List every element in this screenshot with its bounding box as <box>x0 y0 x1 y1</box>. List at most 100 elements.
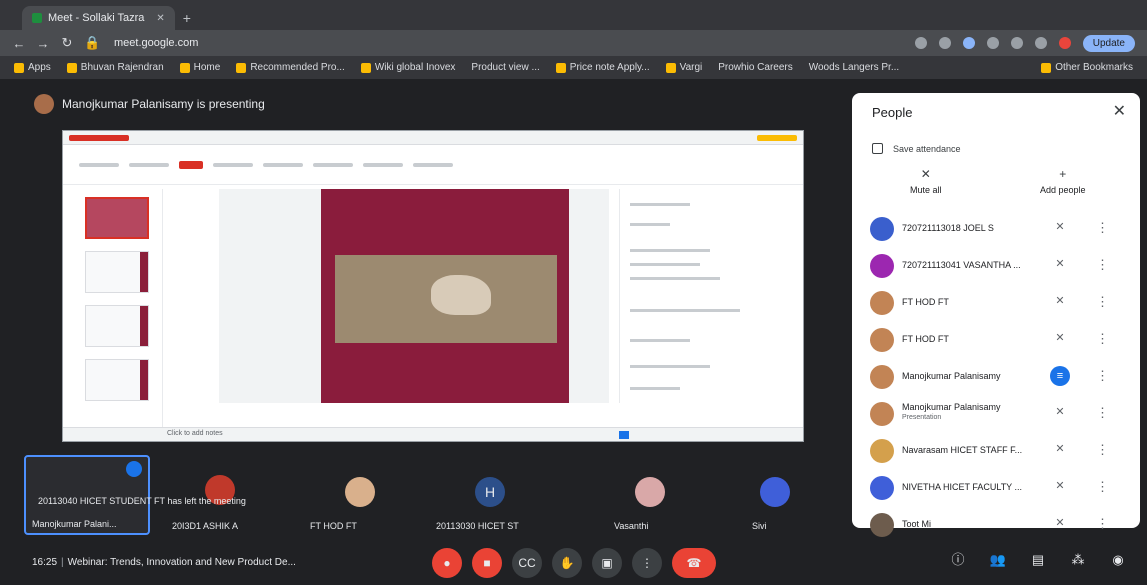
more-vert-icon[interactable]: ⋮ <box>1096 405 1109 421</box>
participant-row[interactable]: NIVETHA HICET FACULTY ... ✕ ⋮ <box>852 470 1140 507</box>
people-icon[interactable]: 👥 <box>989 551 1007 569</box>
extension-icon[interactable] <box>962 37 975 49</box>
app-tab <box>69 134 129 141</box>
bookmark-item[interactable]: Prowhio Careers <box>718 62 792 73</box>
extension-icon[interactable] <box>914 37 927 49</box>
speaking-icon[interactable]: ≡ <box>1050 366 1070 386</box>
profile-icon[interactable] <box>1058 37 1071 49</box>
mic-off-icon[interactable]: ✕ <box>1052 442 1068 458</box>
back-icon[interactable]: ← <box>12 36 26 51</box>
close-tab-icon[interactable]: ✕ <box>156 13 164 24</box>
editor-canvas <box>569 189 609 403</box>
extension-icon[interactable] <box>986 37 999 49</box>
more-vert-icon[interactable]: ⋮ <box>1096 294 1109 310</box>
lock-icon[interactable]: 🔒 <box>84 35 100 51</box>
update-button[interactable]: Update <box>1082 34 1135 52</box>
participant-tile[interactable]: Sivi <box>720 455 830 535</box>
bookmark-item[interactable]: Vargi <box>665 62 702 73</box>
save-attendance-item[interactable]: Save attendance <box>872 143 961 154</box>
participant-tile[interactable]: 20I3D1 ASHIK A <box>160 455 280 535</box>
chat-icon[interactable]: ▤ <box>1029 551 1047 569</box>
meeting-time: 16:25 <box>32 557 58 568</box>
activities-icon[interactable]: ⁂ <box>1069 551 1087 569</box>
mic-off-icon[interactable]: ✕ <box>1052 331 1068 347</box>
add-people-button[interactable]: + Add people <box>1040 167 1086 195</box>
participant-tile[interactable]: Vasanthi <box>590 455 710 535</box>
more-vert-icon[interactable]: ⋮ <box>1096 257 1109 273</box>
bookmark-icon <box>360 62 371 73</box>
bookmark-icon <box>555 62 566 73</box>
participant-tile[interactable]: H 20113030 HICET ST <box>430 455 550 535</box>
mute-all-button[interactable]: ✕ Mute all <box>910 167 942 195</box>
participant-avatar <box>345 477 375 507</box>
participant-tile[interactable]: Manojkumar Palani... <box>24 455 150 535</box>
participant-row[interactable]: FT HOD FT ✕ ⋮ <box>852 322 1140 359</box>
participant-row[interactable]: 720721113018 JOEL S ✕ ⋮ <box>852 211 1140 248</box>
present-icon[interactable]: ▣ <box>592 548 622 578</box>
mic-off-icon[interactable]: ✕ <box>1052 220 1068 236</box>
bookmark-item[interactable]: Woods Langers Pr... <box>809 62 899 73</box>
puzzle-icon[interactable] <box>1010 37 1023 49</box>
more-vert-icon[interactable]: ⋮ <box>1096 331 1109 347</box>
participant-row[interactable]: Manojkumar Palanisamy Presentation ✕ ⋮ <box>852 396 1140 433</box>
mic-off-icon[interactable]: ✕ <box>1052 516 1068 532</box>
shared-screen: Click to add notes <box>62 130 804 442</box>
camera-off-icon[interactable]: ■ <box>472 548 502 578</box>
participant-avatar <box>870 476 894 500</box>
more-vert-icon[interactable]: ⋮ <box>1096 516 1109 532</box>
presentation-titlebar <box>63 131 803 145</box>
reload-icon[interactable]: ↻ <box>60 35 74 51</box>
host-controls-icon[interactable]: ◉ <box>1109 551 1127 569</box>
add-person-icon: + <box>1059 167 1067 181</box>
url-text[interactable]: meet.google.com <box>114 37 198 49</box>
slide-thumbnail <box>85 305 149 347</box>
bookmark-item[interactable]: Apps <box>14 62 51 73</box>
tile-label: 20113030 HICET ST <box>436 521 519 531</box>
captions-icon[interactable]: CC <box>512 548 542 578</box>
more-vert-icon[interactable]: ⋮ <box>1096 220 1109 236</box>
participant-row[interactable]: Toot Mi ✕ ⋮ <box>852 507 1140 544</box>
presentation-ribbon <box>63 145 803 185</box>
forward-icon[interactable]: → <box>36 36 50 51</box>
end-call-icon[interactable]: ☎ <box>672 548 716 578</box>
more-vert-icon[interactable]: ⋮ <box>1096 442 1109 458</box>
mic-off-icon[interactable]: ✕ <box>1052 479 1068 495</box>
participant-avatar <box>870 254 894 278</box>
participant-name: Manojkumar Palanisamy <box>902 371 1001 381</box>
participant-row[interactable]: 720721113041 VASANTHA ... ✕ ⋮ <box>852 248 1140 285</box>
browser-tab[interactable]: Meet - Sollaki Tazra ✕ <box>22 6 175 30</box>
mic-off-icon[interactable]: ✕ <box>1052 405 1068 421</box>
participant-avatar <box>635 477 665 507</box>
bookmark-item[interactable]: Product view ... <box>471 62 539 73</box>
participant-name: FT HOD FT <box>902 297 949 307</box>
participant-name: Manojkumar Palanisamy <box>902 402 1001 412</box>
participant-tile[interactable]: FT HOD FT <box>290 455 430 535</box>
other-bookmarks[interactable]: Other Bookmarks <box>1041 62 1133 73</box>
speaking-icon <box>126 461 142 477</box>
participant-avatar <box>760 477 790 507</box>
more-options-icon[interactable]: ⋮ <box>632 548 662 578</box>
mic-off-icon[interactable]: ● <box>432 548 462 578</box>
new-tab-icon[interactable]: + <box>183 10 191 26</box>
close-icon[interactable]: ✕ <box>1113 101 1126 121</box>
participant-name: 720721113041 VASANTHA ... <box>902 260 1021 270</box>
mic-off-icon[interactable]: ✕ <box>1052 294 1068 310</box>
meet-favicon-icon <box>32 13 42 23</box>
participant-row[interactable]: Navarasam HICET STAFF F... ✕ ⋮ <box>852 433 1140 470</box>
bookmark-item[interactable]: Bhuvan Rajendran <box>66 62 164 73</box>
participant-row[interactable]: FT HOD FT ✕ ⋮ <box>852 285 1140 322</box>
extension-icon[interactable] <box>938 37 951 49</box>
bookmark-item[interactable]: Recommended Pro... <box>236 62 345 73</box>
participant-avatar: H <box>475 477 505 507</box>
bookmark-item[interactable]: Home <box>179 62 220 73</box>
more-vert-icon[interactable]: ⋮ <box>1096 368 1109 384</box>
participant-avatar <box>870 439 894 463</box>
mic-off-icon[interactable]: ✕ <box>1052 257 1068 273</box>
sidebar-icon[interactable] <box>1034 37 1047 49</box>
participant-row[interactable]: Manojkumar Palanisamy ≡ ⋮ <box>852 359 1140 396</box>
bookmark-item[interactable]: Price note Apply... <box>555 62 650 73</box>
info-icon[interactable]: ⓘ <box>949 551 967 569</box>
bookmark-item[interactable]: Wiki global Inovex <box>360 62 455 73</box>
raise-hand-icon[interactable]: ✋ <box>552 548 582 578</box>
more-vert-icon[interactable]: ⋮ <box>1096 479 1109 495</box>
